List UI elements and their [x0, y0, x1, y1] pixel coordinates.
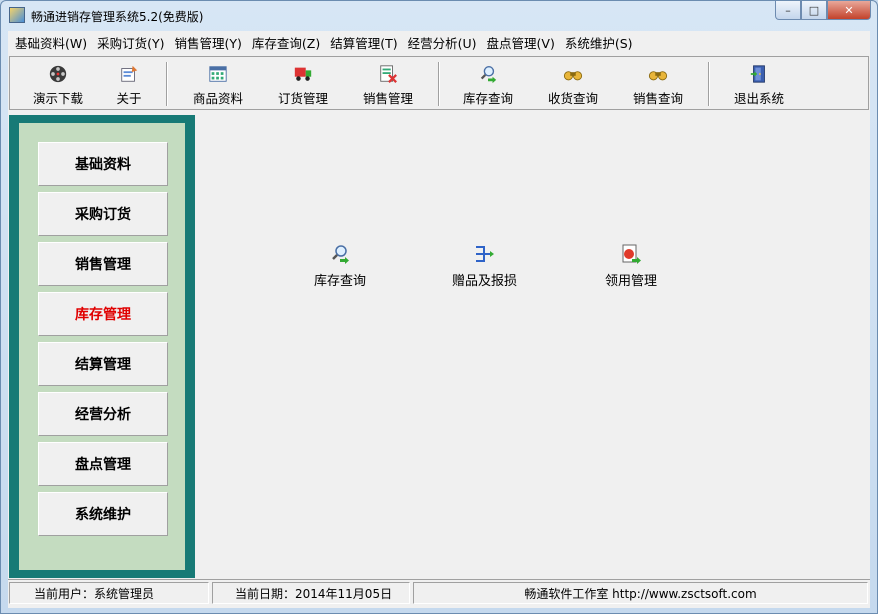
client-area: 基础资料(W) 采购订货(Y) 销售管理(Y) 库存查询(Z) 结算管理(T) …	[8, 31, 870, 608]
nav-settlement[interactable]: 结算管理	[38, 342, 168, 386]
nav-system[interactable]: 系统维护	[38, 492, 168, 536]
menu-stocktake[interactable]: 盘点管理(V)	[482, 33, 560, 52]
toolbar-separator	[166, 62, 168, 106]
nav-basic-data[interactable]: 基础资料	[38, 142, 168, 186]
menu-settlement[interactable]: 结算管理(T)	[325, 33, 402, 52]
menu-bar: 基础资料(W) 采购订货(Y) 销售管理(Y) 库存查询(Z) 结算管理(T) …	[8, 31, 870, 53]
status-bar: 当前用户：系统管理员 当前日期：2014年11月05日 畅通软件工作室 http…	[8, 579, 870, 605]
nav-purchase[interactable]: 采购订货	[38, 192, 168, 236]
action-inventory-query[interactable]: 库存查询	[314, 243, 366, 289]
minimize-button[interactable]: –	[775, 1, 801, 20]
action-gift-damage[interactable]: 赠品及报损	[452, 243, 517, 289]
action-label: 库存查询	[314, 274, 367, 289]
inventory-query-button[interactable]: 库存查询	[456, 61, 520, 107]
menu-analysis[interactable]: 经营分析(U)	[403, 33, 482, 52]
toolbar-label: 收货查询	[547, 91, 598, 106]
nav-analysis[interactable]: 经营分析	[38, 392, 168, 436]
action-label: 赠品及报损	[452, 274, 518, 289]
status-company: 畅通软件工作室 http://www.zsctsoft.com	[413, 582, 868, 604]
nav-panel-inner: 基础资料 采购订货 销售管理 库存管理 结算管理 经营分析 盘点管理 系统维护	[19, 123, 185, 570]
toolbar-label: 订货管理	[277, 91, 328, 106]
product-grid-icon	[209, 66, 227, 82]
close-icon: ✕	[844, 3, 854, 17]
toolbar-separator	[708, 62, 710, 106]
close-button[interactable]: ✕	[827, 1, 871, 20]
document-refresh-icon	[622, 244, 641, 264]
about-button[interactable]: 关于	[105, 61, 153, 107]
toolbar: 演示下载 关于 商品资料 订货管理 销售管理 库存查询 收货查询 销售查询 退出…	[9, 56, 869, 110]
binoculars-icon	[648, 71, 668, 81]
menu-basic-data[interactable]: 基础资料(W)	[10, 33, 92, 52]
nav-sales[interactable]: 销售管理	[38, 242, 168, 286]
binoculars-icon	[563, 71, 583, 81]
nav-panel: 基础资料 采购订货 销售管理 库存管理 结算管理 经营分析 盘点管理 系统维护	[9, 115, 195, 578]
app-window: 畅通进销存管理系统5.2(免费版) – □ ✕ 基础资料(W) 采购订货(Y) …	[0, 0, 878, 614]
exit-system-button[interactable]: 退出系统	[727, 61, 791, 107]
demo-download-button[interactable]: 演示下载	[28, 61, 88, 107]
toolbar-label: 库存查询	[462, 91, 513, 106]
action-label: 领用管理	[605, 274, 658, 289]
status-user: 当前用户：系统管理员	[9, 582, 209, 604]
toolbar-label: 销售管理	[362, 91, 413, 106]
menu-system[interactable]: 系统维护(S)	[560, 33, 638, 52]
minimize-icon: –	[785, 3, 791, 17]
toolbar-label: 关于	[116, 91, 142, 106]
app-icon	[9, 7, 25, 23]
product-data-button[interactable]: 商品资料	[186, 61, 250, 107]
nav-inventory[interactable]: 库存管理	[38, 292, 168, 336]
about-icon	[121, 65, 138, 82]
menu-inventory[interactable]: 库存查询(Z)	[247, 33, 325, 52]
receipt-query-button[interactable]: 收货查询	[541, 61, 605, 107]
action-usage-management[interactable]: 领用管理	[605, 243, 657, 289]
status-date: 当前日期：2014年11月05日	[212, 582, 410, 604]
magnifier-icon	[480, 66, 497, 84]
maximize-button[interactable]: □	[801, 1, 827, 20]
film-reel-icon	[49, 65, 67, 83]
window-title: 畅通进销存管理系统5.2(免费版)	[31, 10, 204, 24]
branch-arrow-icon	[475, 246, 494, 262]
toolbar-label: 销售查询	[632, 91, 683, 106]
sales-document-icon	[380, 65, 397, 83]
nav-stocktake[interactable]: 盘点管理	[38, 442, 168, 486]
toolbar-label: 商品资料	[192, 91, 243, 106]
main-content: 库存查询 赠品及报损 领用管理	[196, 115, 870, 578]
sales-query-button[interactable]: 销售查询	[626, 61, 690, 107]
title-bar[interactable]: 畅通进销存管理系统5.2(免费版) – □ ✕	[1, 1, 877, 31]
magnifier-icon	[332, 245, 349, 264]
delivery-truck-icon	[294, 67, 312, 81]
window-controls: – □ ✕	[775, 1, 871, 21]
sales-management-button[interactable]: 销售管理	[356, 61, 420, 107]
menu-sales[interactable]: 销售管理(Y)	[170, 33, 247, 52]
toolbar-label: 退出系统	[733, 91, 784, 106]
order-management-button[interactable]: 订货管理	[271, 61, 335, 107]
toolbar-separator	[438, 62, 440, 106]
maximize-icon: □	[808, 3, 820, 17]
menu-purchase[interactable]: 采购订货(Y)	[92, 33, 169, 52]
toolbar-label: 演示下载	[32, 91, 83, 106]
exit-door-icon	[750, 65, 765, 83]
